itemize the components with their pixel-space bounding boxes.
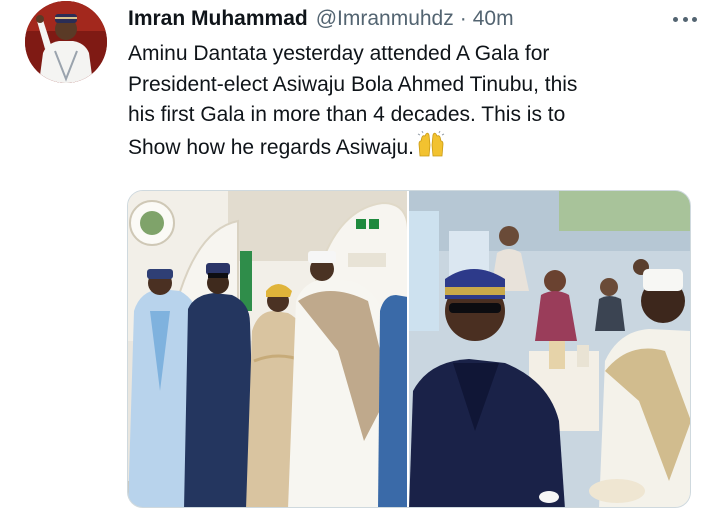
raising-hands-icon xyxy=(417,130,445,167)
photo-gala-group[interactable] xyxy=(128,191,407,507)
photo-gala-seated[interactable] xyxy=(409,191,690,507)
separator-dot: · xyxy=(459,7,467,30)
tweet-text-line: Show how he regards Asiwaju. xyxy=(128,130,703,167)
tweet: Imran Muhammad @Imranmuhdz · 40m Aminu D… xyxy=(0,0,720,509)
avatar[interactable] xyxy=(25,1,107,83)
tweet-media[interactable] xyxy=(127,190,691,508)
author-name[interactable]: Imran Muhammad xyxy=(128,7,308,31)
author-handle[interactable]: @Imranmuhdz xyxy=(316,7,454,31)
tweet-text-line: President-elect Asiwaju Bola Ahmed Tinub… xyxy=(128,72,578,96)
tweet-text: Aminu Dantata yesterday attended A Gala … xyxy=(128,39,703,166)
timestamp[interactable]: 40m xyxy=(473,7,514,31)
more-options-icon[interactable] xyxy=(670,8,700,30)
tweet-header: Imran Muhammad @Imranmuhdz · 40m xyxy=(128,5,700,33)
tweet-text-line-last: Show how he regards Asiwaju. xyxy=(128,135,414,159)
tweet-text-line: Aminu Dantata yesterday attended A Gala … xyxy=(128,42,550,65)
tweet-text-line: his first Gala in more than 4 decades. T… xyxy=(128,103,566,126)
